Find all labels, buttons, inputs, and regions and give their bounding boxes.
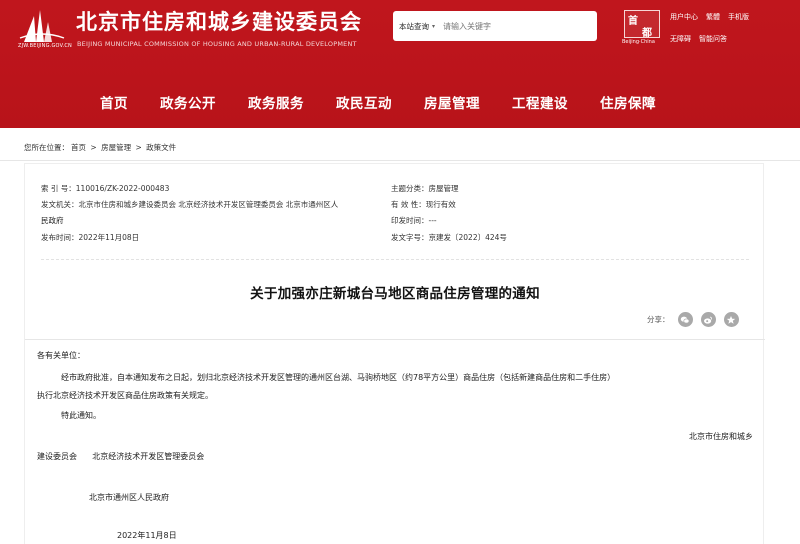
search-scope-label: 本站查询 <box>399 21 429 31</box>
link-user-center[interactable]: 用户中心 <box>670 12 698 22</box>
document-title: 关于加强亦庄新城台马地区商品住房管理的通知 <box>250 286 540 302</box>
badge-caption: Beijing·China <box>622 39 655 45</box>
meta-divider <box>41 259 749 260</box>
main-nav: 首页 政务公开 政务服务 政民互动 房屋管理 工程建设 住房保障 <box>0 84 800 124</box>
paragraph-1-line-1: 经市政府批准，自本通知发布之日起，划归北京经济技术开发区管理的通州区台湖、马驹桥… <box>61 373 616 382</box>
signature-date: 2022年11月8日 <box>117 531 177 540</box>
breadcrumb-sep: > <box>90 143 97 152</box>
header-top: ZJW.BEIJING.GOV.CN 北京市住房和城乡建设委员会 BEIJING… <box>0 0 800 80</box>
link-traditional[interactable]: 繁體 <box>706 12 720 22</box>
breadcrumb: 您所在位置： 首页 > 房屋管理 > 政策文件 <box>24 142 178 153</box>
nav-item-gov-affairs[interactable]: 政务公开 <box>144 84 232 124</box>
paragraph-2: 特此通知。 <box>61 411 101 420</box>
signature-line-1: 北京市住房和城乡 <box>689 432 753 441</box>
wechat-share-icon[interactable] <box>677 312 693 327</box>
breadcrumb-policy[interactable]: 政策文件 <box>146 143 176 152</box>
nav-item-interaction[interactable]: 政民互动 <box>320 84 408 124</box>
breadcrumb-home[interactable]: 首页 <box>71 143 86 152</box>
breadcrumb-prefix: 您所在位置： <box>24 143 69 152</box>
share-label: 分享： <box>647 315 670 324</box>
meta-date: 发布时间：2022年11月08日 <box>41 233 140 242</box>
divider <box>0 160 800 161</box>
link-smart-qa[interactable]: 智能问答 <box>699 34 727 44</box>
search-input[interactable] <box>443 21 574 31</box>
paragraph-1-line-2: 执行北京经济技术开发区商品住房政策有关规定。 <box>37 391 213 400</box>
article-panel: 索 引 号：110016/ZK-2022-000483 发文机关：北京市住房和城… <box>24 163 765 544</box>
meta-topic: 主题分类：房屋管理 <box>391 184 459 193</box>
site-subtitle: BEIJING MUNICIPAL COMMISSION OF HOUSING … <box>77 40 357 48</box>
meta-validity: 有 效 性：现行有效 <box>391 200 456 209</box>
link-mobile[interactable]: 手机版 <box>728 12 749 22</box>
chevron-down-icon: ▾ <box>432 22 436 30</box>
site-header: ZJW.BEIJING.GOV.CN 北京市住房和城乡建设委员会 BEIJING… <box>0 0 800 128</box>
title-divider <box>25 339 765 340</box>
search-scope-select[interactable]: 本站查询 ▾ <box>393 21 435 32</box>
nav-item-construction[interactable]: 工程建设 <box>496 84 584 124</box>
share-bar: 分享： <box>647 312 739 327</box>
capital-badge: 首 都 Beijing·China <box>620 10 664 46</box>
header-links: 用户中心 繁體 手机版 无障碍 智能问答 <box>670 12 800 56</box>
meta-print-date: 印发时间：--- <box>391 216 437 225</box>
nav-item-security[interactable]: 住房保障 <box>584 84 672 124</box>
signature-line-2: 建设委员会 北京经济技术开发区管理委员会 <box>37 452 205 461</box>
badge-char-2: 都 <box>642 28 652 39</box>
meta-issuer: 发文机关：北京市住房和城乡建设委员会 北京经济技术开发区管理委员会 北京市通州区… <box>41 200 339 209</box>
breadcrumb-housing[interactable]: 房屋管理 <box>101 143 131 152</box>
breadcrumb-sep: > <box>135 143 142 152</box>
search-box: 本站查询 ▾ <box>393 11 597 41</box>
badge-char-1: 首 <box>628 16 638 27</box>
meta-doc-number: 发文字号：京建发〔2022〕424号 <box>391 233 507 242</box>
link-accessibility[interactable]: 无障碍 <box>670 34 691 44</box>
nav-item-home[interactable]: 首页 <box>84 84 144 124</box>
logo-caption: ZJW.BEIJING.GOV.CN <box>18 43 72 49</box>
nav-item-housing[interactable]: 房屋管理 <box>408 84 496 124</box>
salutation: 各有关单位： <box>37 351 85 360</box>
building-logo-icon[interactable] <box>18 8 66 44</box>
meta-issuer-cont: 民政府 <box>41 216 64 225</box>
meta-index: 索 引 号：110016/ZK-2022-000483 <box>41 184 170 193</box>
document-meta: 索 引 号：110016/ZK-2022-000483 发文机关：北京市住房和城… <box>25 174 765 261</box>
favorite-star-icon[interactable] <box>723 312 739 327</box>
nav-item-services[interactable]: 政务服务 <box>232 84 320 124</box>
weibo-share-icon[interactable] <box>700 312 716 327</box>
site-title[interactable]: 北京市住房和城乡建设委员会 <box>76 6 362 36</box>
signature-line-3: 北京市通州区人民政府 <box>89 493 169 502</box>
